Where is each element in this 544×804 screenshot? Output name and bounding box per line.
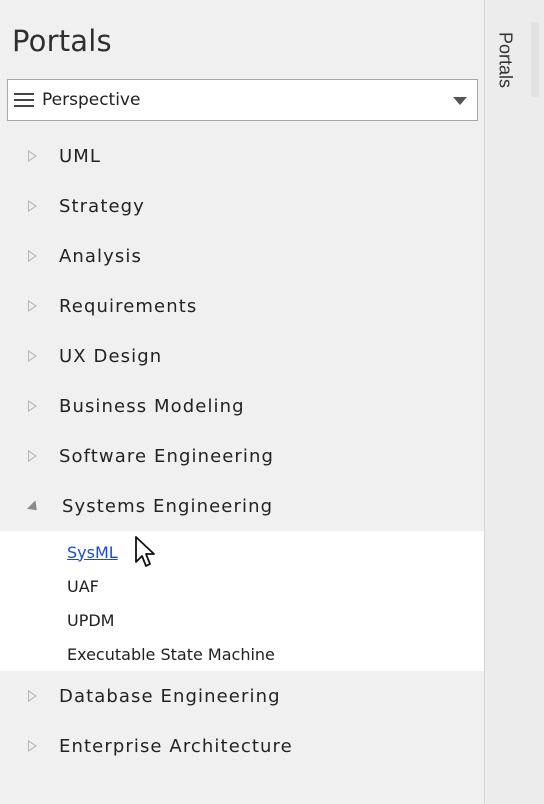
perspective-tree: UML Strategy Analysis Requirements UX De… — [0, 131, 484, 771]
tree-item-label: Systems Engineering — [62, 495, 274, 517]
tree-item-requirements[interactable]: Requirements — [0, 281, 484, 331]
expand-arrow-icon[interactable] — [28, 350, 37, 362]
tree-item-label: Business Modeling — [59, 395, 245, 417]
tree-item-enterprise-architecture[interactable]: Enterprise Architecture — [0, 721, 484, 771]
side-tab-label: Portals — [495, 31, 516, 89]
collapse-arrow-icon[interactable] — [26, 500, 42, 515]
panel-title: Portals — [12, 24, 112, 58]
portal-item-uaf[interactable]: UAF — [0, 569, 484, 603]
expand-arrow-icon[interactable] — [28, 300, 37, 312]
systems-engineering-children: SysML UAF UPDM Executable State Machine — [0, 531, 484, 671]
tree-item-analysis[interactable]: Analysis — [0, 231, 484, 281]
tree-item-label: Software Engineering — [59, 445, 275, 467]
tree-item-ux-design[interactable]: UX Design — [0, 331, 484, 381]
tree-item-systems-engineering[interactable]: Systems Engineering — [0, 481, 484, 531]
perspective-dropdown[interactable]: Perspective — [7, 79, 478, 121]
tree-item-software-engineering[interactable]: Software Engineering — [0, 431, 484, 481]
portal-item-updm[interactable]: UPDM — [0, 603, 484, 637]
mouse-cursor-icon — [135, 536, 155, 567]
tree-item-business-modeling[interactable]: Business Modeling — [0, 381, 484, 431]
tree-item-uml[interactable]: UML — [0, 131, 484, 181]
expand-arrow-icon[interactable] — [28, 150, 37, 162]
tree-item-database-engineering[interactable]: Database Engineering — [0, 671, 484, 721]
portals-panel: Portals Perspective UML Strategy Analysi… — [0, 0, 485, 804]
expand-arrow-icon[interactable] — [28, 740, 37, 752]
tree-item-strategy[interactable]: Strategy — [0, 181, 484, 231]
expand-arrow-icon[interactable] — [28, 690, 37, 702]
expand-arrow-icon[interactable] — [28, 250, 37, 262]
portals-window: Portals Perspective UML Strategy Analysi… — [0, 0, 544, 804]
chevron-down-icon[interactable] — [453, 97, 467, 105]
hamburger-menu-icon[interactable] — [14, 93, 34, 107]
perspective-label: Perspective — [42, 90, 141, 110]
portals-side-tab[interactable]: Portals — [492, 23, 518, 97]
side-tab-scrollbar[interactable] — [531, 22, 539, 97]
tree-item-label: Analysis — [59, 245, 142, 267]
portal-link-sysml[interactable]: SysML — [0, 535, 484, 569]
tree-item-label: Strategy — [59, 195, 145, 217]
expand-arrow-icon[interactable] — [28, 200, 37, 212]
tree-item-label: UML — [59, 145, 102, 167]
expand-arrow-icon[interactable] — [28, 400, 37, 412]
tree-item-label: Requirements — [59, 295, 198, 317]
tree-item-label: Enterprise Architecture — [59, 735, 293, 757]
tree-item-label: Database Engineering — [59, 685, 281, 707]
tree-item-label: UX Design — [59, 345, 163, 367]
expand-arrow-icon[interactable] — [28, 450, 37, 462]
portal-item-executable-state-machine[interactable]: Executable State Machine — [0, 637, 484, 671]
